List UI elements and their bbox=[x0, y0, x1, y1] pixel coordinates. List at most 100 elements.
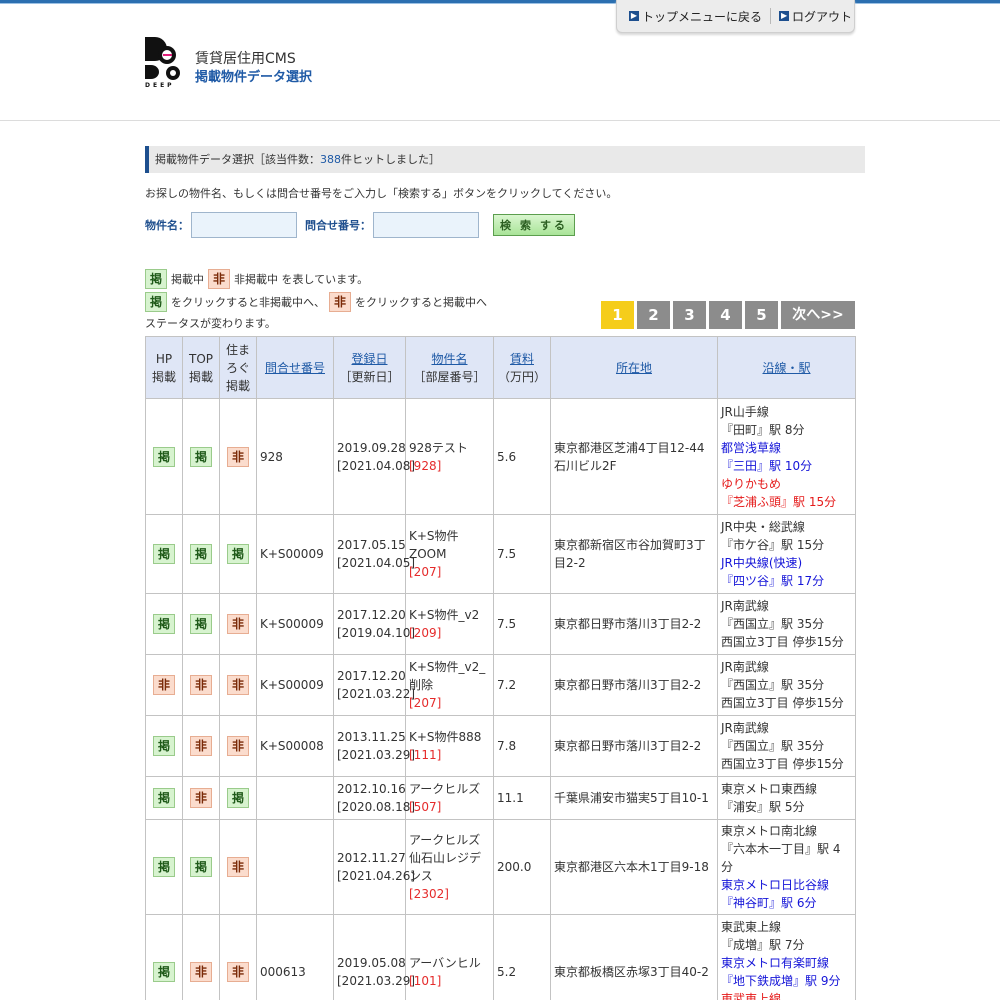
updated-date: [2021.03.22] bbox=[337, 687, 416, 701]
top-menu-link[interactable]: ▶ トップメニューに戻る bbox=[629, 8, 762, 25]
inquiry-number-input[interactable] bbox=[373, 212, 479, 238]
station-name: 『西国立』駅 35分 bbox=[721, 617, 825, 631]
status-toggle-sumaro[interactable]: 非 bbox=[227, 857, 249, 877]
status-toggle-sumaro[interactable]: 非 bbox=[227, 962, 249, 982]
header-sumaro: 住ま ろぐ 掲載 bbox=[219, 336, 257, 399]
next-page-button[interactable]: 次へ>> bbox=[781, 301, 855, 329]
rent-cell: 7.2 bbox=[493, 654, 551, 716]
property-name-cell: K+S物件ZOOM [207] bbox=[405, 514, 494, 594]
status-toggle-hp[interactable]: 掲 bbox=[153, 736, 175, 756]
status-toggle-sumaro[interactable]: 掲 bbox=[227, 788, 249, 808]
date-cell: 2017.05.15 [2021.04.05] bbox=[333, 514, 415, 594]
status-toggle-sumaro[interactable]: 非 bbox=[227, 736, 249, 756]
instruction-text: お探しの物件名、もしくは問合せ番号をご入力し「検索する」ボタンをクリックしてくだ… bbox=[145, 187, 618, 200]
station-name: 『西国立』駅 35分 bbox=[721, 678, 825, 692]
station-cell: 東京メトロ東西線 『浦安』駅 5分 bbox=[717, 776, 856, 820]
rent-cell: 11.1 bbox=[493, 776, 551, 820]
sort-rent-link[interactable]: 賃料 bbox=[510, 352, 534, 366]
heading-suffix: 件ヒットしました］ bbox=[341, 153, 440, 166]
header-divider bbox=[0, 120, 1000, 121]
page-link[interactable]: 5 bbox=[745, 301, 778, 329]
status-toggle-top[interactable]: 非 bbox=[190, 736, 212, 756]
sort-station-link[interactable]: 沿線・駅 bbox=[762, 361, 810, 375]
search-button[interactable]: 検 索 する bbox=[493, 214, 575, 236]
inquiry-number-cell bbox=[256, 776, 334, 820]
legend-text: をクリックすると非掲載中へ、 bbox=[171, 296, 325, 309]
status-cell-hp: 掲 bbox=[145, 514, 183, 594]
status-off-badge: 非 bbox=[329, 292, 351, 312]
sort-registered-link[interactable]: 登録日 bbox=[351, 352, 387, 366]
status-cell-hp: 掲 bbox=[145, 776, 183, 820]
legend-line-1: 掲 掲載中 非 非掲載中 を表しています。 bbox=[145, 269, 368, 289]
line-name: JR南武線 bbox=[721, 660, 769, 674]
line-name: 都営浅草線 bbox=[721, 440, 782, 455]
status-cell-top: 掲 bbox=[182, 593, 220, 655]
table-row: 掲掲掲 K+S00009 2017.05.15 [2021.04.05] K+S物件ZO… bbox=[145, 514, 856, 594]
table-row: 掲非掲 2012.10.16 [2020.08.18] アークヒルズ [507] 11.1… bbox=[145, 776, 856, 820]
address-cell: 千葉県浦安市猫実5丁目10-1 bbox=[550, 776, 718, 820]
inquiry-number-cell: K+S00009 bbox=[256, 593, 334, 655]
property-name: アークヒルズ仙石山レジデンス bbox=[409, 833, 482, 883]
room-number: [2302] bbox=[409, 887, 449, 901]
registered-date: 2012.10.16 bbox=[337, 782, 406, 796]
line-name: JR中央・総武線 bbox=[721, 520, 805, 534]
status-toggle-top[interactable]: 非 bbox=[190, 675, 212, 695]
rent-cell: 5.6 bbox=[493, 398, 551, 515]
legend-text: 非掲載中 を表しています。 bbox=[234, 273, 369, 286]
table-row: 掲掲非 2012.11.27 [2021.04.26] アークヒルズ仙石山レジデンス[… bbox=[145, 819, 856, 915]
menu-divider bbox=[770, 8, 772, 24]
page-link[interactable]: 1 bbox=[601, 301, 634, 329]
status-toggle-hp[interactable]: 掲 bbox=[153, 962, 175, 982]
address-cell: 東京都板橋区赤塚3丁目40-2 bbox=[550, 914, 718, 1000]
status-toggle-hp[interactable]: 掲 bbox=[153, 446, 175, 467]
property-name: K+S物件888 bbox=[409, 730, 482, 744]
status-toggle-sumaro[interactable]: 非 bbox=[227, 675, 249, 695]
table-row: 掲掲非 K+S00009 2017.12.20 [2019.04.10] K+S物件_v… bbox=[145, 593, 856, 655]
inquiry-number-cell: K+S00009 bbox=[256, 514, 334, 594]
result-count: 388 bbox=[320, 153, 341, 166]
status-toggle-top[interactable]: 非 bbox=[190, 788, 212, 808]
property-name: アーバンヒル bbox=[409, 956, 481, 970]
sort-inquiry-link[interactable]: 問合せ番号 bbox=[265, 361, 325, 375]
logout-label: ログアウト bbox=[792, 9, 853, 24]
address-cell: 東京都日野市落川3丁目2-2 bbox=[550, 593, 718, 655]
legend-line-2: 掲 をクリックすると非掲載中へ、 非 をクリックすると掲載中へ bbox=[145, 292, 487, 312]
status-toggle-top[interactable]: 掲 bbox=[190, 544, 212, 564]
status-cell-hp: 掲 bbox=[145, 398, 183, 515]
page-link[interactable]: 3 bbox=[673, 301, 706, 329]
sort-address-link[interactable]: 所在地 bbox=[616, 361, 652, 375]
room-number: [507] bbox=[409, 800, 442, 814]
header-address: 所在地 bbox=[550, 336, 718, 399]
status-toggle-hp[interactable]: 非 bbox=[153, 675, 175, 695]
line-name: 西国立3丁目 停歩15分 bbox=[721, 757, 844, 771]
line-name: 東京メトロ南北線 bbox=[721, 824, 818, 838]
status-toggle-sumaro[interactable]: 非 bbox=[227, 446, 249, 467]
logout-link[interactable]: ▶ ログアウト bbox=[779, 8, 852, 25]
status-toggle-top[interactable]: 掲 bbox=[190, 614, 212, 634]
status-toggle-hp[interactable]: 掲 bbox=[153, 614, 175, 634]
page-link[interactable]: 4 bbox=[709, 301, 742, 329]
status-toggle-hp[interactable]: 掲 bbox=[153, 544, 175, 564]
station-name: 『神谷町』駅 6分 bbox=[721, 896, 817, 910]
status-toggle-top[interactable]: 非 bbox=[190, 962, 212, 982]
status-toggle-sumaro[interactable]: 掲 bbox=[227, 544, 249, 564]
status-off-badge: 非 bbox=[208, 269, 230, 289]
room-number: [928] bbox=[409, 458, 442, 473]
rent-cell: 200.0 bbox=[493, 819, 551, 915]
rent-cell: 7.5 bbox=[493, 593, 551, 655]
property-name-input[interactable] bbox=[191, 212, 297, 238]
status-toggle-hp[interactable]: 掲 bbox=[153, 857, 175, 877]
property-table: HP 掲載 TOP 掲載 住ま ろぐ 掲載 問合せ番号 登録日 ［更新日］ 物件名 ［部屋番… bbox=[145, 336, 856, 1000]
status-toggle-top[interactable]: 掲 bbox=[190, 857, 212, 877]
status-toggle-top[interactable]: 掲 bbox=[190, 446, 212, 467]
status-toggle-hp[interactable]: 掲 bbox=[153, 788, 175, 808]
page-link[interactable]: 2 bbox=[637, 301, 670, 329]
station-cell: JR南武線 『西国立』駅 35分 西国立3丁目 停歩15分 bbox=[717, 654, 856, 716]
status-toggle-sumaro[interactable]: 非 bbox=[227, 614, 249, 634]
station-cell: JR山手線 『田町』駅 8分 都営浅草線 『三田』駅 10分 ゆりかもめ 『芝浦ふ頭』駅 … bbox=[717, 398, 856, 515]
rent-cell: 7.5 bbox=[493, 514, 551, 594]
registered-date: 2019.05.08 bbox=[337, 956, 406, 970]
station-name: 『成増』駅 7分 bbox=[721, 938, 805, 952]
sort-name-link[interactable]: 物件名 bbox=[431, 352, 467, 366]
table-row: 掲非非 K+S00008 2013.11.25 [2021.03.29] K+S物件88… bbox=[145, 715, 856, 777]
